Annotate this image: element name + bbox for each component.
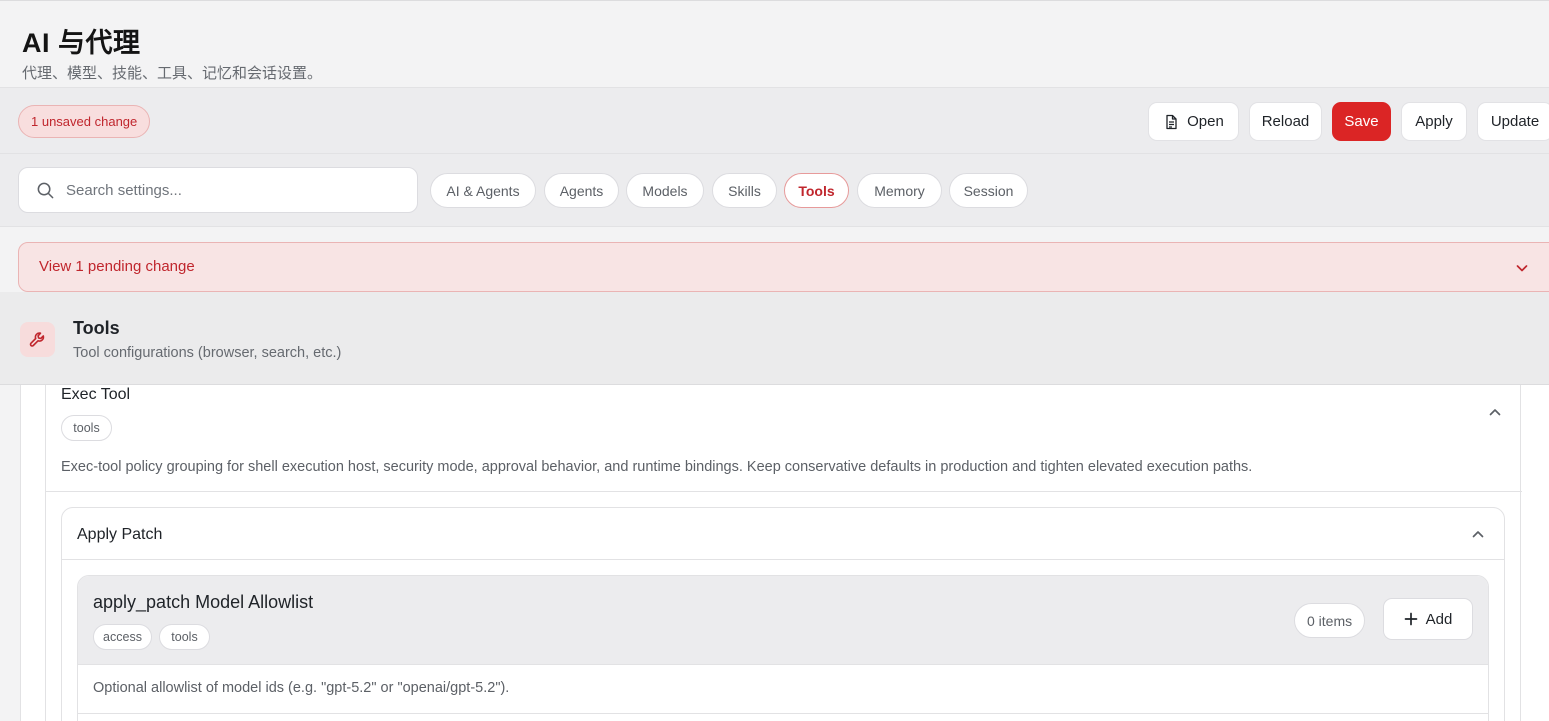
tag-tools: tools <box>61 415 112 441</box>
reload-button[interactable]: Reload <box>1249 102 1322 141</box>
filter-chip-label: Tools <box>798 182 835 199</box>
apply-patch-title[interactable]: Apply Patch <box>77 526 162 544</box>
wrench-icon <box>29 331 44 347</box>
plus-icon <box>1404 612 1417 626</box>
item-count-badge: 0 items <box>1294 603 1366 638</box>
page-title: AI 与代理 <box>22 28 141 58</box>
exec-tool-group: Exec Tool tools Exec-tool policy groupin… <box>45 385 1522 721</box>
section-header: Tools Tool configurations (browser, sear… <box>0 292 1549 385</box>
filter-chip-label: Memory <box>874 182 925 199</box>
filter-chip-session[interactable]: Session <box>949 173 1028 208</box>
divider <box>46 491 1522 492</box>
model-allowlist-title: apply_patch Model Allowlist <box>93 592 314 612</box>
section-icon-container <box>20 322 55 357</box>
open-button-label: Open <box>1187 113 1224 130</box>
filter-chip-ai-agents[interactable]: AI & Agents <box>430 173 536 208</box>
search-box <box>18 167 418 213</box>
model-allowlist-description: Optional allowlist of model ids (e.g. "g… <box>93 680 510 696</box>
filter-chip-label: Agents <box>559 182 604 199</box>
search-icon <box>37 182 54 199</box>
filter-chip-label: AI & Agents <box>446 182 520 199</box>
tag-access: access <box>93 624 152 650</box>
filter-bar: AI & Agents Agents Models Skills Tools M… <box>0 154 1549 227</box>
filter-chip-agents[interactable]: Agents <box>544 173 619 208</box>
search-input[interactable] <box>66 168 406 212</box>
filter-chip-label: Skills <box>728 182 761 199</box>
exec-tool-title: Exec Tool <box>61 386 131 403</box>
pending-changes-toggle[interactable]: View 1 pending change <box>18 242 1549 292</box>
save-button[interactable]: Save <box>1332 102 1391 141</box>
document-icon <box>1166 114 1177 129</box>
model-allowlist-field: apply_patch Model Allowlist access tools… <box>77 575 1489 721</box>
settings-page: AI 与代理 代理、模型、技能、工具、记忆和会话设置。 1 unsaved ch… <box>0 0 1549 721</box>
section-title: Tools <box>73 318 120 338</box>
save-button-label: Save <box>1344 113 1379 130</box>
update-button[interactable]: Update <box>1477 102 1549 141</box>
chevron-up-icon[interactable] <box>1469 525 1487 543</box>
filter-chip-label: Models <box>642 182 688 199</box>
unsaved-change-badge: 1 unsaved change <box>18 105 151 138</box>
apply-button-label: Apply <box>1415 113 1453 130</box>
add-item-label: Add <box>1425 610 1453 628</box>
action-bar: 1 unsaved change Open Reload Save Apply … <box>0 87 1549 154</box>
section-content: Exec Tool tools Exec-tool policy groupin… <box>20 385 1549 721</box>
filter-chip-models[interactable]: Models <box>626 173 704 208</box>
page-subtitle: 代理、模型、技能、工具、记忆和会话设置。 <box>22 65 323 82</box>
filter-chip-memory[interactable]: Memory <box>857 173 942 208</box>
filter-chip-tools[interactable]: Tools <box>784 173 849 208</box>
chevron-down-icon <box>1516 265 1528 272</box>
open-button[interactable]: Open <box>1148 102 1239 141</box>
divider <box>62 559 1504 560</box>
add-item-button[interactable]: Add <box>1383 598 1473 640</box>
pending-changes-label: View 1 pending change <box>39 258 195 275</box>
tag-tools: tools <box>159 624 210 650</box>
section-description: Tool configurations (browser, search, et… <box>73 345 342 361</box>
filter-chip-label: Session <box>963 182 1014 199</box>
page-header: AI 与代理 代理、模型、技能、工具、记忆和会话设置。 <box>0 1 1549 87</box>
apply-button[interactable]: Apply <box>1401 102 1467 141</box>
chevron-up-icon[interactable] <box>1486 403 1504 421</box>
reload-button-label: Reload <box>1261 113 1310 130</box>
update-button-label: Update <box>1490 113 1540 130</box>
exec-tool-description: Exec-tool policy grouping for shell exec… <box>61 459 1253 475</box>
divider <box>78 713 1488 714</box>
model-allowlist-header: apply_patch Model Allowlist access tools… <box>78 576 1488 665</box>
filter-chip-skills[interactable]: Skills <box>712 173 777 208</box>
apply-patch-group: Apply Patch apply_patch Model Allowlist … <box>61 507 1505 721</box>
